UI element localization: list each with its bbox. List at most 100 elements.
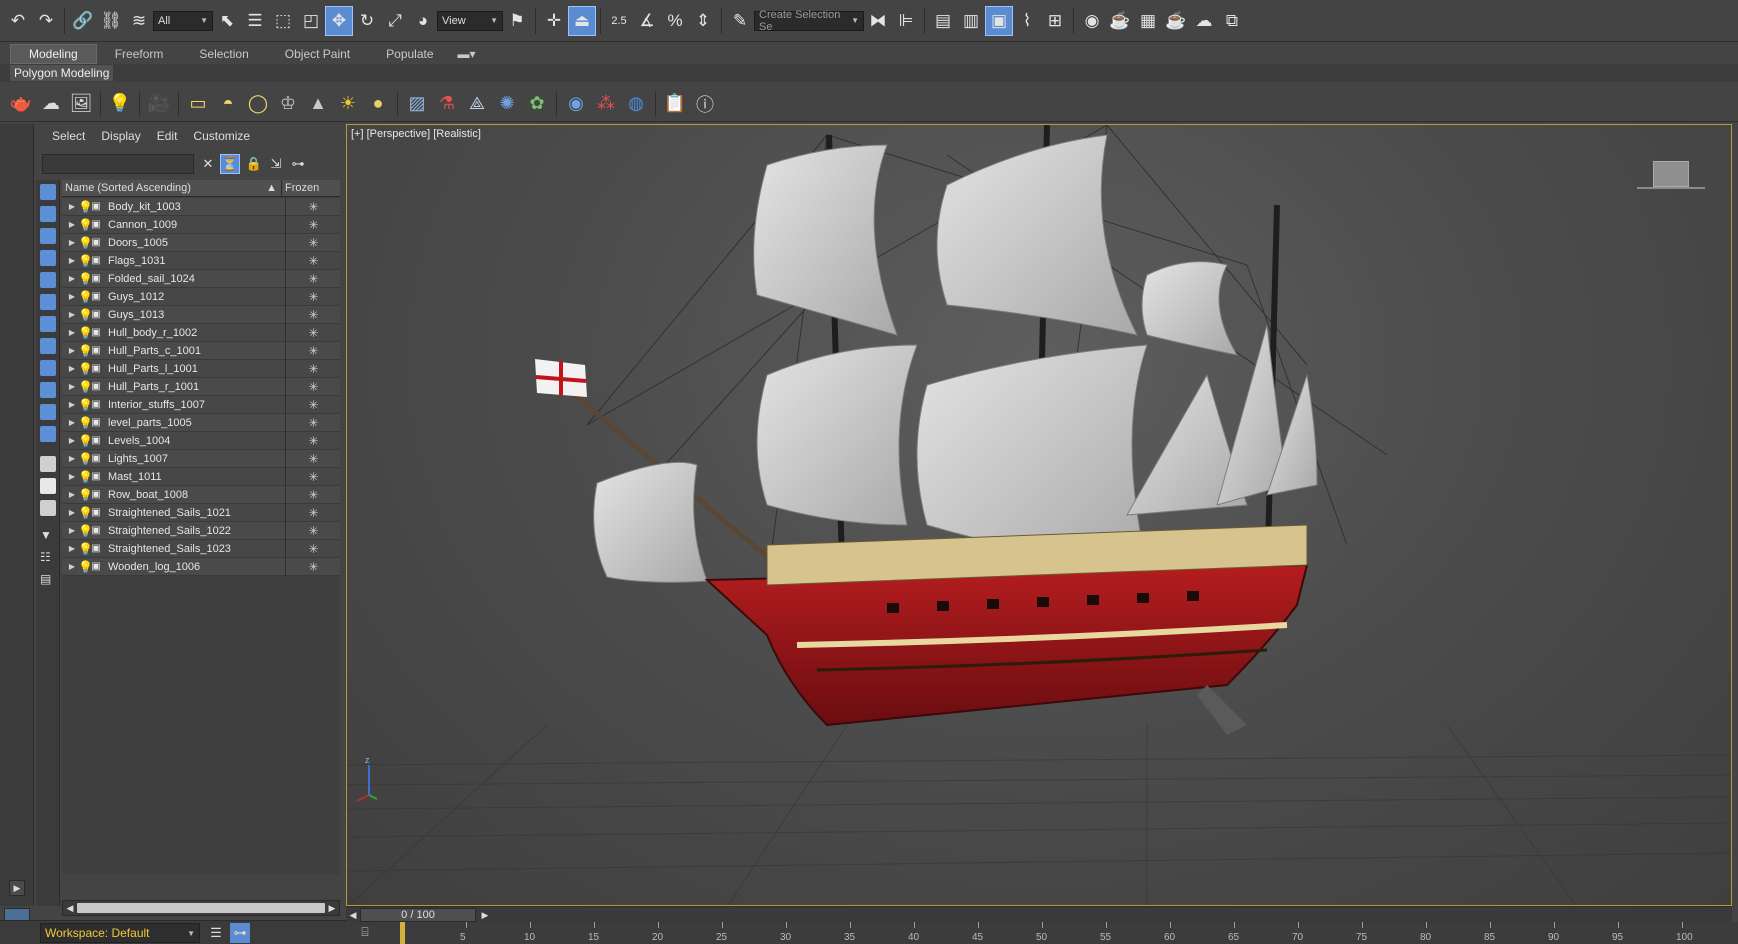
frozen-toggle-icon[interactable]: ✳: [285, 557, 341, 576]
tab-modeling[interactable]: Modeling: [10, 44, 97, 64]
scatter-icon[interactable]: ✿: [522, 89, 552, 119]
display-lights-icon[interactable]: [40, 228, 56, 244]
frozen-toggle-icon[interactable]: ✳: [285, 323, 341, 342]
render-in-cloud-icon[interactable]: ☁: [1190, 6, 1218, 36]
proxy-icon[interactable]: ⚗: [432, 89, 462, 119]
material-lib-icon[interactable]: ⁂: [591, 89, 621, 119]
fur-icon[interactable]: ▨: [402, 89, 432, 119]
schematic-view-icon[interactable]: ⊞: [1041, 6, 1069, 36]
frame-buffer-icon[interactable]: ◍: [621, 89, 651, 119]
a360-gallery-icon[interactable]: ⧉: [1218, 6, 1246, 36]
object-name[interactable]: Doors_1005: [102, 237, 270, 249]
reference-coordinate-dropdown[interactable]: View ▼: [437, 10, 503, 31]
frozen-toggle-icon[interactable]: ✳: [285, 215, 341, 234]
mini-curve-editor-icon[interactable]: ⌸: [356, 925, 374, 941]
light-bulb-icon[interactable]: 💡: [78, 398, 93, 412]
expand-arrow-icon[interactable]: ▶: [66, 346, 78, 355]
selection-filter-dropdown[interactable]: All ▼: [153, 10, 213, 31]
ies-light-icon[interactable]: ♔: [273, 89, 303, 119]
frozen-toggle-icon[interactable]: ✳: [285, 377, 341, 396]
frozen-toggle-icon[interactable]: ✳: [285, 287, 341, 306]
table-row[interactable]: ▶ 💡 ▣ Lights_1007 ✳: [62, 449, 341, 468]
expand-arrow-icon[interactable]: ▶: [66, 526, 78, 535]
mesh-clipper-icon[interactable]: ⟁: [462, 89, 492, 119]
tab-freeform[interactable]: Freeform: [97, 45, 182, 63]
filter-icon[interactable]: ⏳: [220, 154, 240, 174]
object-name[interactable]: Straightened_Sails_1022: [102, 525, 270, 537]
display-all-icon[interactable]: [40, 456, 56, 472]
mirror-icon[interactable]: ⧓: [864, 6, 892, 36]
display-spacewarps-icon[interactable]: [40, 294, 56, 310]
select-object-icon[interactable]: ⬉: [213, 6, 241, 36]
select-manipulate-icon[interactable]: ✛: [540, 6, 568, 36]
light-list-icon[interactable]: 💡: [105, 89, 135, 119]
light-bulb-icon[interactable]: 💡: [78, 542, 93, 556]
name-column-header[interactable]: Name (Sorted Ascending) ▲: [62, 180, 282, 196]
viewcube-front-face[interactable]: [1653, 161, 1689, 187]
next-frame-icon[interactable]: ▶: [478, 907, 492, 923]
expand-arrow-icon[interactable]: ▶: [66, 472, 78, 481]
object-name[interactable]: Cannon_1009: [102, 219, 270, 231]
named-selection-dropdown[interactable]: Create Selection Se ▼: [754, 9, 864, 33]
table-row[interactable]: ▶ 💡 ▣ Straightened_Sails_1022 ✳: [62, 521, 340, 540]
frozen-toggle-icon[interactable]: ✳: [285, 251, 341, 270]
expand-arrow-icon[interactable]: ▶: [66, 274, 78, 283]
frozen-toggle-icon[interactable]: ✳: [285, 449, 341, 468]
light-bulb-icon[interactable]: 💡: [78, 434, 93, 448]
frozen-toggle-icon[interactable]: ✳: [285, 503, 341, 522]
plane-light-icon[interactable]: ▭: [183, 89, 213, 119]
object-name[interactable]: Hull_Parts_c_1001: [102, 345, 270, 357]
light-bulb-icon[interactable]: 💡: [78, 236, 93, 250]
align-icon[interactable]: ⊫: [892, 6, 920, 36]
undo-icon[interactable]: ↶: [4, 6, 32, 36]
display-cameras-icon[interactable]: [40, 250, 56, 266]
spinner-snap-icon[interactable]: ⇕: [689, 6, 717, 36]
object-name[interactable]: Flags_1031: [102, 255, 270, 267]
spot-light-icon[interactable]: ▲: [303, 89, 333, 119]
display-hidden-icon[interactable]: [40, 426, 56, 442]
light-bulb-icon[interactable]: 💡: [78, 254, 93, 268]
object-name[interactable]: Body_kit_1003: [102, 201, 270, 213]
add-to-selection-icon[interactable]: ⇲: [266, 154, 286, 174]
file-properties-icon[interactable]: 📋: [660, 89, 690, 119]
light-bulb-icon[interactable]: 💡: [78, 272, 93, 286]
frozen-toggle-icon[interactable]: ✳: [285, 359, 341, 378]
table-row[interactable]: ▶ 💡 ▣ Mast_1011 ✳: [62, 467, 341, 486]
table-row[interactable]: ▶ 💡 ▣ Flags_1031 ✳: [62, 251, 341, 270]
table-row[interactable]: ▶ 💡 ▣ Levels_1004 ✳: [62, 431, 340, 450]
select-place-icon[interactable]: ◕: [409, 6, 437, 36]
filter-settings-icon[interactable]: ☷: [40, 550, 56, 566]
expand-arrow-icon[interactable]: ▶: [66, 220, 78, 229]
object-name[interactable]: Lights_1007: [102, 453, 270, 465]
select-move-icon[interactable]: ✥: [325, 5, 353, 36]
frozen-toggle-icon[interactable]: ✳: [285, 305, 341, 324]
object-name[interactable]: Straightened_Sails_1021: [102, 507, 270, 519]
object-name[interactable]: Row_boat_1008: [102, 489, 270, 501]
light-bulb-icon[interactable]: 💡: [78, 362, 93, 376]
menu-customize[interactable]: Customize: [193, 129, 250, 143]
table-row[interactable]: ▶ 💡 ▣ Interior_stuffs_1007 ✳: [62, 395, 340, 414]
frozen-toggle-icon[interactable]: ✳: [285, 269, 341, 288]
filter-layers-icon[interactable]: ▤: [40, 572, 56, 588]
scrollbar-thumb[interactable]: [77, 903, 325, 913]
frozen-toggle-icon[interactable]: ✳: [285, 467, 341, 486]
rendered-frame-window-icon[interactable]: ▦: [1134, 6, 1162, 36]
hierarchy-mode-icon[interactable]: ⊶: [230, 923, 250, 943]
display-bones-icon[interactable]: [40, 360, 56, 376]
expand-arrow-icon[interactable]: ▶: [66, 454, 78, 463]
sun-icon[interactable]: ☀: [333, 89, 363, 119]
edit-named-selection-icon[interactable]: ✎: [726, 6, 754, 36]
object-name[interactable]: Wooden_log_1006: [102, 561, 270, 573]
object-name[interactable]: Levels_1004: [102, 435, 270, 447]
object-name[interactable]: Interior_stuffs_1007: [102, 399, 270, 411]
keyboard-shortcut-override-icon[interactable]: ⏏: [568, 5, 596, 36]
table-row[interactable]: ▶ 💡 ▣ Doors_1005 ✳: [62, 233, 340, 252]
material-editor-icon[interactable]: ◉: [1078, 6, 1106, 36]
time-slider[interactable]: ◀ 0 / 100 ▶: [346, 906, 1732, 922]
expand-arrow-icon[interactable]: ▶: [66, 292, 78, 301]
tab-populate[interactable]: Populate: [368, 45, 451, 63]
light-bulb-icon[interactable]: 💡: [78, 524, 93, 538]
display-shapes-icon[interactable]: [40, 206, 56, 222]
table-row[interactable]: ▶ 💡 ▣ Straightened_Sails_1023 ✳: [62, 539, 340, 558]
expand-arrow-icon[interactable]: ▶: [66, 238, 78, 247]
